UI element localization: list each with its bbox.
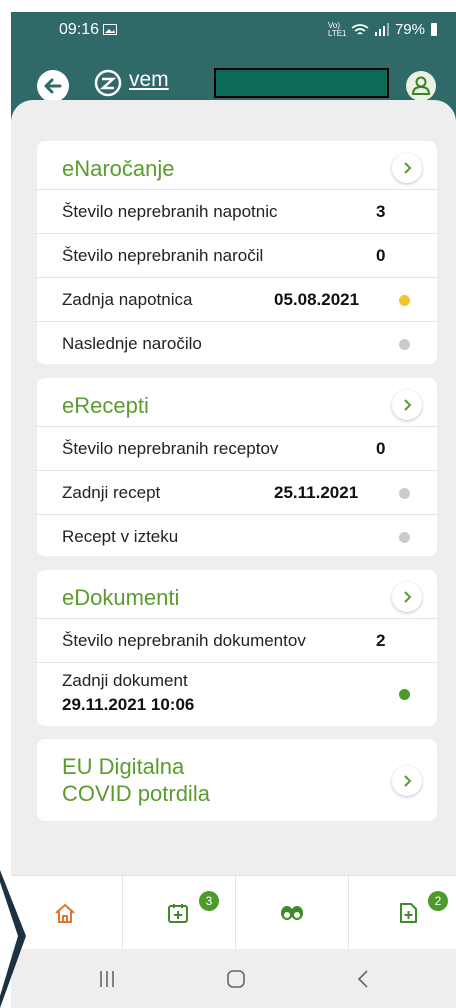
row-label: Število neprebranih receptov xyxy=(62,439,279,458)
signal-icon xyxy=(374,23,389,36)
row-label: Recept v izteku xyxy=(62,527,179,546)
covid-title-line2: COVID potrdila xyxy=(62,781,210,806)
battery-icon xyxy=(431,23,437,36)
status-indicators: Vo) LTE1 79% xyxy=(328,21,438,38)
appointments-badge: 3 xyxy=(199,891,219,911)
image-notification-icon xyxy=(103,24,117,35)
nav-appointments[interactable]: 3 xyxy=(122,876,236,950)
status-dot xyxy=(399,488,410,499)
user-name-redacted xyxy=(214,68,389,98)
row-value: 0 xyxy=(376,439,386,458)
user-icon xyxy=(411,76,431,95)
row-last-referral[interactable]: Zadnja napotnica 05.08.2021 xyxy=(37,277,437,322)
row-label: Število neprebranih napotnic xyxy=(62,202,278,221)
row-value: 25.11.2021 xyxy=(274,483,359,502)
nav-documents[interactable]: 2 xyxy=(348,876,456,950)
edokumenti-title: eDokumenti xyxy=(62,585,180,610)
document-plus-icon xyxy=(400,903,417,923)
chevron-right-icon xyxy=(404,775,412,787)
row-expiring-prescription[interactable]: Recept v izteku xyxy=(37,514,437,559)
logo-text: vem xyxy=(129,68,169,91)
status-dot xyxy=(399,295,410,306)
back-button[interactable] xyxy=(37,70,69,102)
erecepti-open-button[interactable] xyxy=(392,390,422,420)
row-label: Zadnji recept xyxy=(62,483,161,502)
calendar-plus-icon xyxy=(168,904,188,923)
status-dot xyxy=(399,339,410,350)
row-value: 2 xyxy=(376,631,386,650)
row-value: 29.11.2021 10:06 xyxy=(62,695,195,714)
status-dot xyxy=(399,532,410,543)
row-label: Naslednje naročilo xyxy=(62,334,202,353)
main-content: eNaročanje Število neprebranih napotnic … xyxy=(11,100,456,890)
wifi-icon xyxy=(351,24,369,35)
logo-mark-icon xyxy=(94,69,122,97)
erecepti-card: eRecepti Število neprebranih receptov 0 … xyxy=(37,378,437,556)
row-next-order[interactable]: Naslednje naročilo xyxy=(37,321,437,366)
row-label: Zadnja napotnica xyxy=(62,290,193,309)
row-value: 05.08.2021 xyxy=(274,290,360,309)
network-label: Vo) LTE1 xyxy=(327,20,347,38)
row-unread-orders[interactable]: Število neprebranih naročil 0 xyxy=(37,233,437,278)
erecepti-title: eRecepti xyxy=(62,393,149,418)
home-button-icon[interactable] xyxy=(226,969,246,989)
row-last-prescription[interactable]: Zadnji recept 25.11.2021 xyxy=(37,470,437,515)
phone-screen: 09:16 Vo) LTE1 79% vem eNaročanje Števil… xyxy=(11,12,456,1008)
row-label: Zadnji dokument xyxy=(62,671,188,690)
status-time: 09:16 xyxy=(59,21,100,38)
back-nav-icon[interactable] xyxy=(356,969,370,989)
documents-badge: 2 xyxy=(428,891,448,911)
edokumenti-card: eDokumenti Število neprebranih dokumento… xyxy=(37,570,437,726)
enarocanje-title: eNaročanje xyxy=(62,156,175,181)
pills-icon xyxy=(281,906,303,920)
zvem-logo: vem xyxy=(91,64,181,104)
covid-title: EU Digitalna COVID potrdila xyxy=(62,753,210,807)
edokumenti-open-button[interactable] xyxy=(392,582,422,612)
covid-title-line1: EU Digitalna xyxy=(62,754,185,779)
swipe-back-indicator xyxy=(0,870,26,1008)
nav-prescriptions[interactable] xyxy=(235,876,349,950)
chevron-right-icon xyxy=(404,162,412,174)
bottom-navigation: 3 2 xyxy=(11,875,456,950)
status-bar: 09:16 Vo) LTE1 79% xyxy=(11,12,456,48)
arrow-left-icon xyxy=(44,78,62,94)
enarocanje-card: eNaročanje Število neprebranih napotnic … xyxy=(37,141,437,364)
row-value: 3 xyxy=(376,202,386,221)
row-unread-referrals[interactable]: Število neprebranih napotnic 3 xyxy=(37,189,437,234)
row-label: Število neprebranih naročil xyxy=(62,246,264,265)
covid-open-button[interactable] xyxy=(392,766,422,796)
chevron-right-icon xyxy=(404,399,412,411)
status-dot xyxy=(399,689,410,700)
row-label: Število neprebranih dokumentov xyxy=(62,631,306,650)
enarocanje-open-button[interactable] xyxy=(392,153,422,183)
chevron-right-icon xyxy=(404,591,412,603)
profile-button[interactable] xyxy=(406,71,436,101)
row-unread-prescriptions[interactable]: Število neprebranih receptov 0 xyxy=(37,426,437,471)
row-unread-documents[interactable]: Število neprebranih dokumentov 2 xyxy=(37,618,437,663)
row-value: 0 xyxy=(376,246,386,265)
recent-apps-icon[interactable] xyxy=(99,970,115,988)
battery-level: 79% xyxy=(394,21,425,38)
system-navigation-bar xyxy=(11,949,456,1008)
covid-certificate-card[interactable]: EU Digitalna COVID potrdila xyxy=(37,739,437,821)
row-last-document[interactable]: Zadnji dokument 29.11.2021 10:06 xyxy=(37,662,437,727)
